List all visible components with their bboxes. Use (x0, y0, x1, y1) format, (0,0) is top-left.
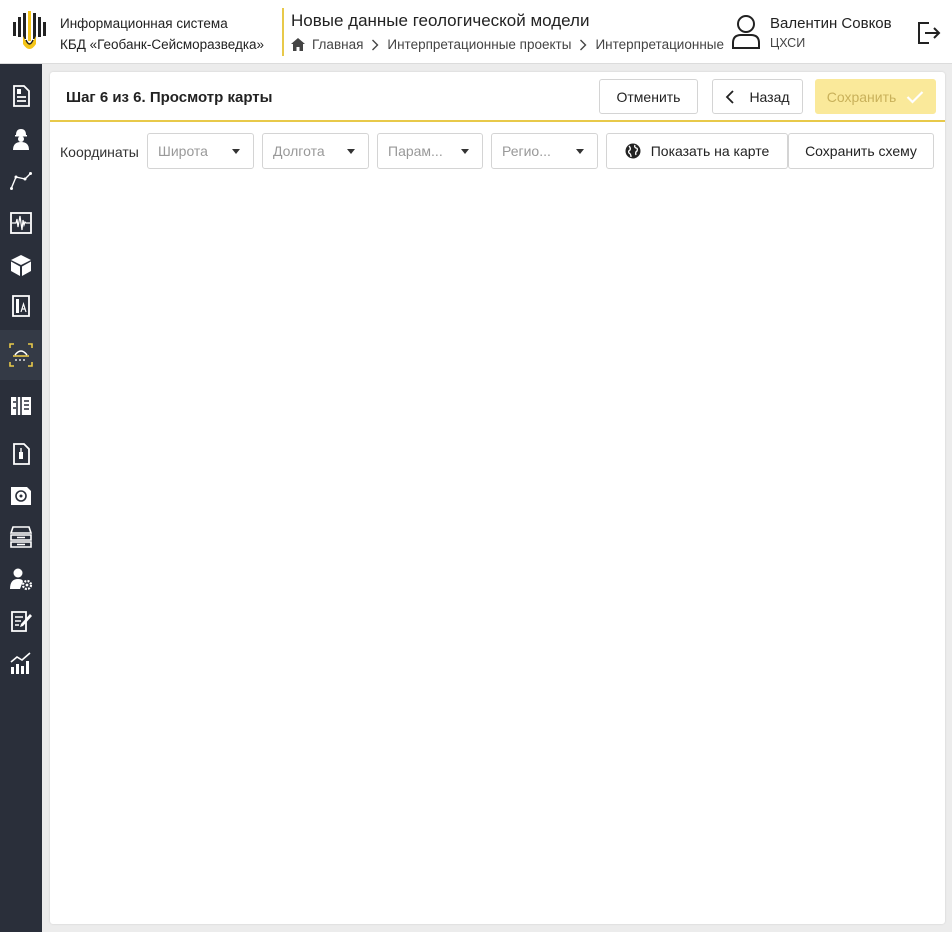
caret-down-icon (576, 149, 584, 154)
worker-icon (13, 129, 29, 150)
save-scheme-button[interactable]: Сохранить схему (788, 133, 934, 169)
page-title: Новые данные геологической модели (291, 11, 590, 30)
cube-icon (11, 255, 31, 276)
user-organization: ЦХСИ (770, 36, 806, 50)
survey-area-icon (9, 343, 33, 367)
sidebar-item-lines[interactable] (0, 161, 42, 201)
cancel-button[interactable]: Отменить (599, 79, 698, 114)
sidebar-item-cube[interactable] (0, 245, 42, 285)
longitude-placeholder: Долгота (273, 143, 325, 159)
app-header: Информационная система КБД «Геобанк-Сейс… (0, 0, 952, 64)
show-on-map-label: Показать на карте (650, 143, 770, 159)
latitude-placeholder: Широта (158, 143, 208, 159)
chevron-right-icon (372, 39, 379, 50)
line-path-icon (10, 172, 32, 190)
sidebar-item-documents[interactable] (0, 76, 42, 116)
region-placeholder: Регио... (502, 143, 551, 159)
inbox-icon (9, 526, 33, 548)
checkmark-icon (907, 90, 924, 104)
region-select[interactable]: Регио... (491, 133, 598, 169)
parameter-select[interactable]: Парам... (377, 133, 483, 169)
caret-down-icon (461, 149, 469, 154)
step-title: Шаг 6 из 6. Просмотр карты (66, 89, 273, 106)
sidebar-item-seismic[interactable] (0, 203, 42, 243)
breadcrumb: Главная Интерпретационные проекты Интерп… (291, 37, 731, 52)
user-settings-icon (10, 568, 33, 591)
sidebar-item-survey-area[interactable] (0, 330, 42, 380)
breadcrumb-current[interactable]: Интерпретационные (595, 37, 724, 52)
breadcrumb-projects[interactable]: Интерпретационные проекты (387, 37, 571, 52)
coordinates-label: Координаты (60, 144, 139, 160)
home-icon[interactable] (291, 38, 305, 51)
caret-down-icon (347, 149, 355, 154)
well-log-icon (11, 394, 31, 415)
card-header: Шаг 6 из 6. Просмотр карты Отменить Наза… (50, 72, 945, 122)
sidebar-item-media[interactable] (0, 475, 42, 515)
user-name[interactable]: Валентин Совков (770, 15, 892, 32)
sidebar-item-user-settings[interactable] (0, 559, 42, 599)
notes-icon (11, 611, 32, 632)
sidebar-item-notes[interactable] (0, 601, 42, 641)
sidebar-item-well-logs[interactable] (0, 385, 42, 425)
disk-icon (11, 487, 31, 505)
cancel-button-label: Отменить (616, 88, 681, 105)
save-button[interactable]: Сохранить (815, 79, 936, 114)
header-divider (282, 8, 284, 56)
chevron-right-icon (580, 39, 587, 50)
file-icon (13, 443, 30, 465)
breadcrumb-home[interactable]: Главная (312, 37, 363, 52)
parameter-placeholder: Парам... (388, 143, 443, 159)
sidebar-item-archive[interactable] (0, 517, 42, 557)
chevron-left-icon (726, 89, 735, 104)
analytics-chart-icon (10, 652, 31, 674)
system-name-line1: Информационная система (60, 16, 228, 31)
map-area[interactable] (50, 177, 945, 922)
sidebar-item-analytics[interactable] (0, 643, 42, 683)
caret-down-icon (232, 149, 240, 154)
sidebar-item-files[interactable] (0, 434, 42, 474)
company-logo-icon[interactable] (12, 10, 48, 54)
sidebar-item-maps[interactable] (0, 286, 42, 326)
show-on-map-button[interactable]: Показать на карте (606, 133, 788, 169)
map-document-icon (12, 295, 30, 317)
system-name: Информационная система КБД «Геобанк-Сейс… (60, 13, 264, 55)
back-button-label: Назад (749, 88, 790, 105)
longitude-select[interactable]: Долгота (262, 133, 369, 169)
sidebar-item-workers[interactable] (0, 119, 42, 159)
save-scheme-label: Сохранить схему (805, 143, 917, 159)
globe-icon (625, 143, 641, 159)
document-icon (13, 85, 30, 107)
sidebar (0, 64, 42, 932)
logout-icon[interactable] (916, 20, 942, 46)
latitude-select[interactable]: Широта (147, 133, 254, 169)
user-avatar-icon[interactable] (731, 14, 761, 50)
seismic-trace-icon (10, 212, 32, 234)
back-button[interactable]: Назад (712, 79, 803, 114)
map-preview-card: Шаг 6 из 6. Просмотр карты Отменить Наза… (50, 72, 945, 924)
save-button-label: Сохранить (826, 88, 897, 105)
system-name-line2: КБД «Геобанк-Сейсморазведка» (60, 37, 265, 52)
